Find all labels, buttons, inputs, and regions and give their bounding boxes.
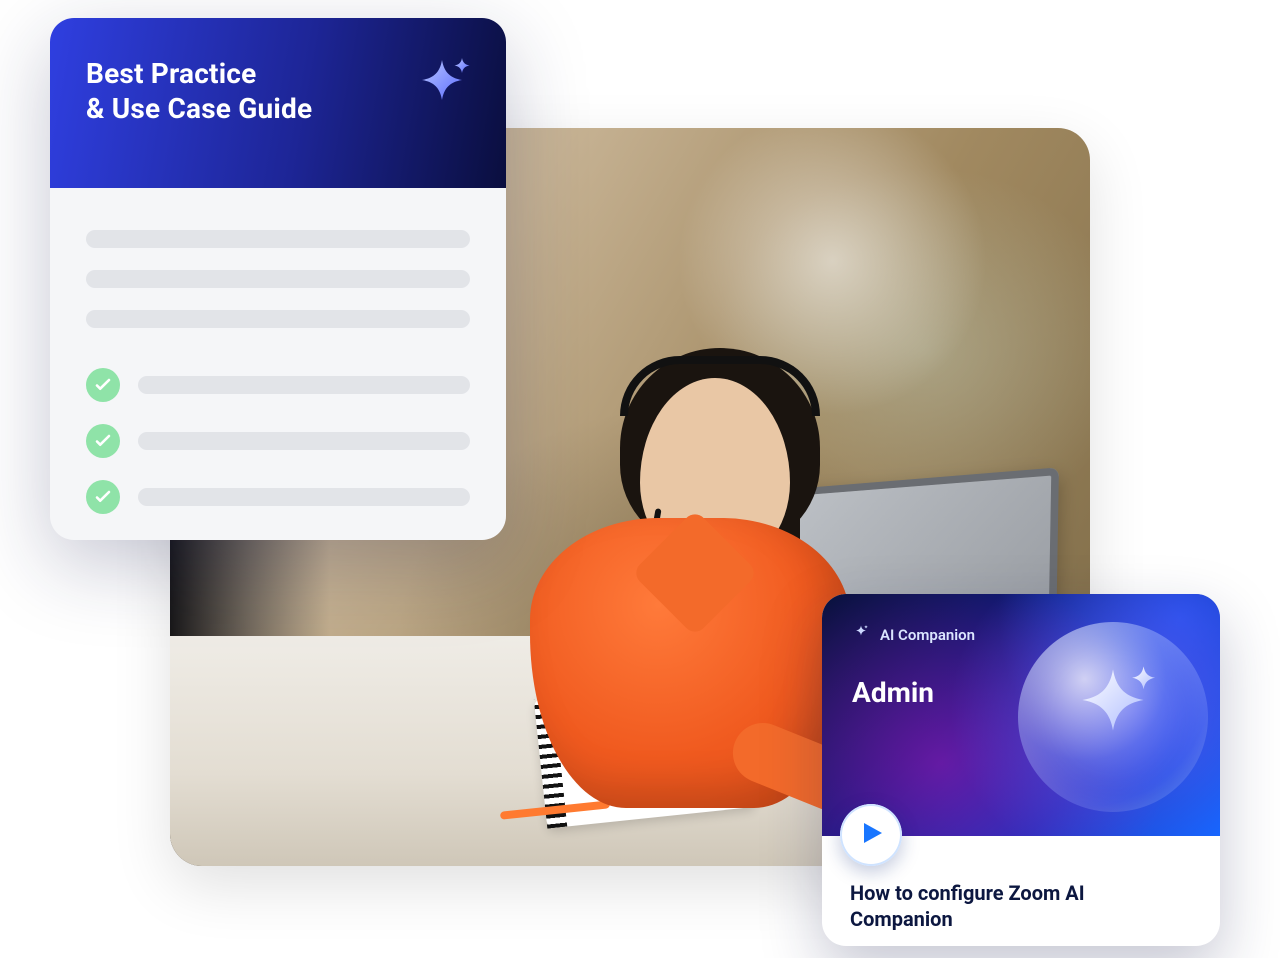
checklist-item	[86, 480, 470, 514]
guide-card-header: Best Practice & Use Case Guide	[50, 18, 506, 188]
sparkle-icon	[1058, 660, 1168, 770]
placeholder-line	[86, 270, 470, 288]
placeholder-line	[86, 310, 470, 328]
placeholder-line	[138, 488, 470, 506]
sparkle-icon	[406, 54, 478, 126]
ai-companion-badge: AI Companion	[852, 624, 975, 646]
placeholder-line	[86, 230, 470, 248]
check-icon	[86, 424, 120, 458]
ai-companion-badge-label: AI Companion	[880, 626, 975, 644]
guide-title-line1: Best Practice	[86, 57, 256, 90]
guide-title-line2: & Use Case Guide	[86, 92, 312, 125]
hero-orb	[1018, 622, 1208, 812]
video-card[interactable]: AI Companion Admin How to configure Zoom…	[822, 594, 1220, 946]
video-card-hero: AI Companion Admin	[822, 594, 1220, 836]
checklist-item	[86, 424, 470, 458]
promo-composition: Best Practice & Use Case Guide	[0, 0, 1280, 958]
sparkle-icon	[852, 624, 870, 646]
check-icon	[86, 368, 120, 402]
placeholder-line	[138, 376, 470, 394]
video-section-label: Admin	[852, 676, 934, 709]
guide-card[interactable]: Best Practice & Use Case Guide	[50, 18, 506, 540]
check-icon	[86, 480, 120, 514]
play-button[interactable]	[840, 804, 902, 866]
placeholder-line	[138, 432, 470, 450]
checklist-item	[86, 368, 470, 402]
guide-card-body	[50, 188, 506, 514]
play-icon	[858, 821, 884, 849]
